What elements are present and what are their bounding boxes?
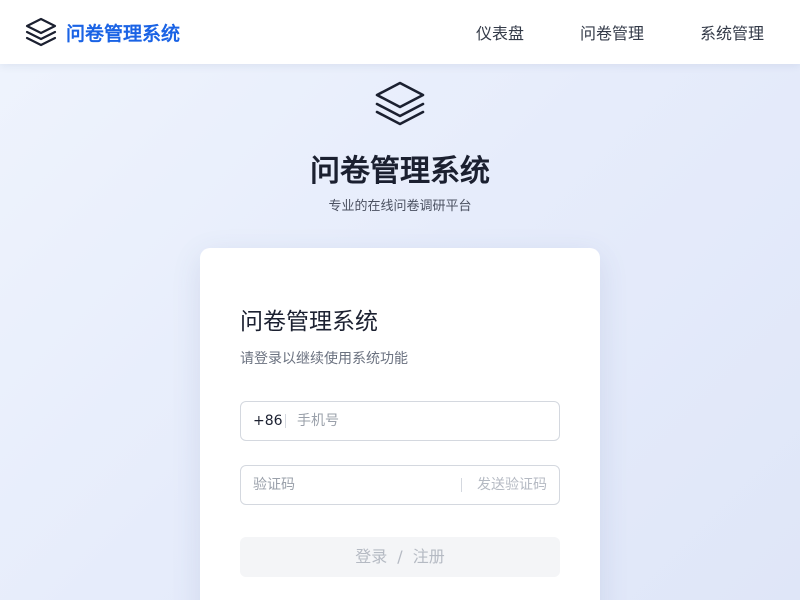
brand[interactable]: 问卷管理系统 (24, 16, 180, 48)
top-nav: 仪表盘 问卷管理 系统管理 (476, 0, 764, 64)
nav-item-system-admin[interactable]: 系统管理 (700, 20, 764, 44)
login-card-title: 问卷管理系统 (240, 309, 378, 335)
phone-input[interactable] (297, 402, 547, 440)
layers-icon (375, 81, 425, 126)
verification-code-input[interactable] (253, 466, 453, 504)
divider (285, 414, 286, 428)
hero-subtitle: 专业的在线问卷调研平台 (328, 199, 472, 214)
layers-icon (25, 17, 57, 47)
label-separator: / (397, 547, 403, 566)
send-code-button[interactable]: 发送验证码 (477, 466, 547, 504)
brand-name: 问卷管理系统 (66, 22, 181, 45)
login-card: 问卷管理系统 请登录以继续使用系统功能 +86 发送验证码 登录 / 注册 (200, 248, 600, 600)
phone-field[interactable]: +86 (240, 401, 560, 441)
login-label: 登录 (355, 547, 388, 566)
country-code-prefix[interactable]: +86 (253, 402, 283, 440)
verification-code-field[interactable]: 发送验证码 (240, 465, 560, 505)
top-header: 问卷管理系统 仪表盘 问卷管理 系统管理 (0, 0, 800, 64)
login-register-button[interactable]: 登录 / 注册 (240, 537, 560, 577)
register-label: 注册 (412, 547, 445, 566)
nav-item-dashboard[interactable]: 仪表盘 (476, 20, 524, 44)
hero-title: 问卷管理系统 (310, 154, 490, 189)
divider (461, 478, 462, 492)
nav-item-questionnaires[interactable]: 问卷管理 (580, 20, 644, 44)
login-card-subtitle: 请登录以继续使用系统功能 (240, 351, 408, 367)
